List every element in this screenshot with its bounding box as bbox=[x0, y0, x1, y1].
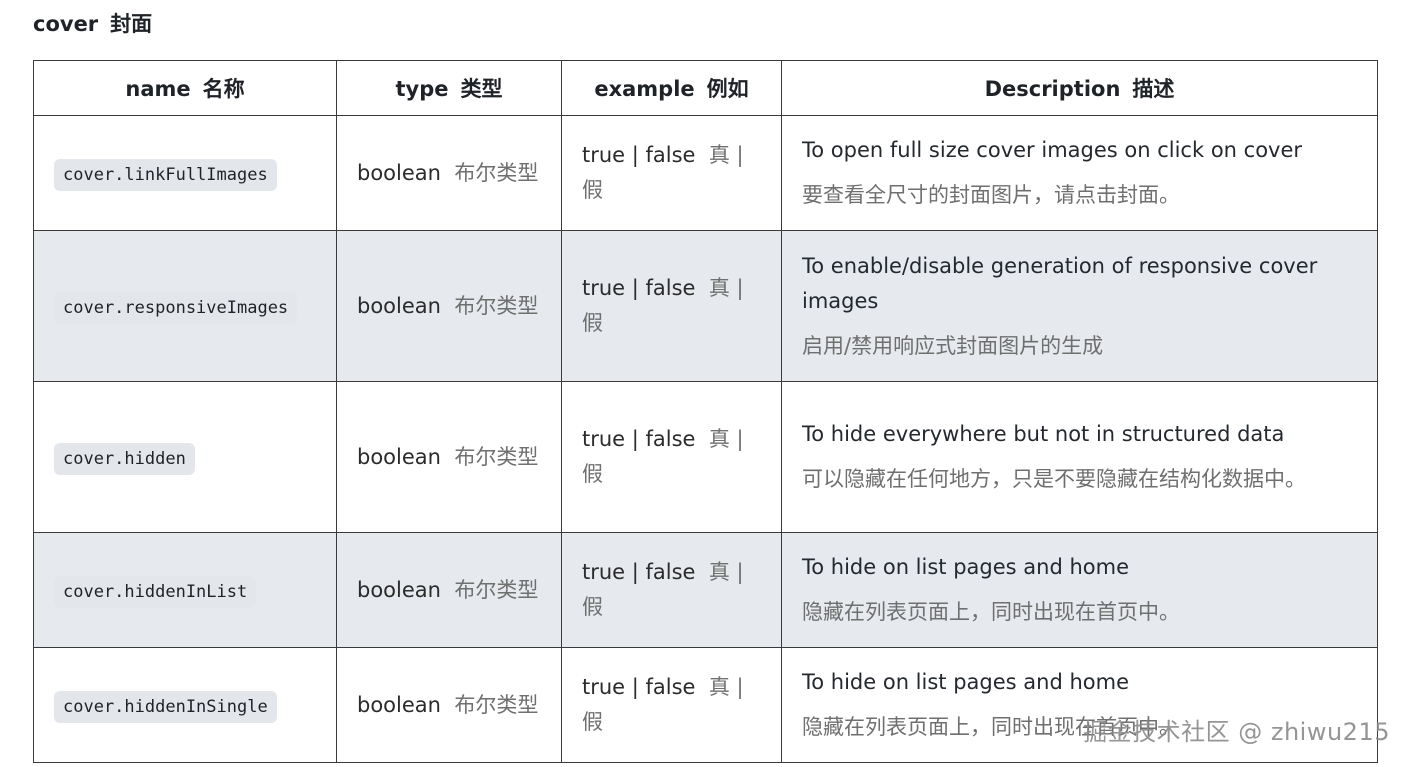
type-cell: boolean 布尔类型 bbox=[336, 381, 562, 533]
example-cell: true | false 真 | 假 bbox=[561, 230, 782, 382]
description-en: To hide everywhere but not in structured… bbox=[802, 422, 1285, 446]
description-zh: 可以隐藏在任何地方，只是不要隐藏在结构化数据中。 bbox=[802, 467, 1306, 491]
name-cell: cover.hidden bbox=[33, 381, 337, 533]
header-description-en: Description bbox=[984, 77, 1121, 101]
description-cell: To open full size cover images on click … bbox=[781, 115, 1378, 231]
type-en: boolean bbox=[357, 160, 441, 185]
description-zh: 要查看全尺寸的封面图片，请点击封面。 bbox=[802, 183, 1180, 207]
header-example: example 例如 bbox=[561, 60, 782, 116]
header-type-en: type bbox=[395, 77, 449, 101]
table-row: cover.hiddenInList boolean 布尔类型 true | f… bbox=[33, 532, 1378, 648]
option-name-code: cover.linkFullImages bbox=[54, 158, 277, 191]
option-name-code: cover.hiddenInList bbox=[54, 575, 257, 608]
example-en: true | false bbox=[582, 427, 696, 451]
example-en: true | false bbox=[582, 143, 696, 167]
cover-properties-table: name 名称 type 类型 example 例如 Description 描述 co… bbox=[33, 60, 1378, 763]
option-name-code: cover.hiddenInSingle bbox=[54, 690, 277, 723]
name-cell: cover.hiddenInSingle bbox=[33, 647, 337, 763]
description-cell: To enable/disable generation of responsi… bbox=[781, 230, 1378, 382]
header-type-zh: 类型 bbox=[460, 77, 503, 101]
header-name: name 名称 bbox=[33, 60, 337, 116]
table-row: cover.linkFullImages boolean 布尔类型 true |… bbox=[33, 115, 1378, 231]
type-zh: 布尔类型 bbox=[454, 444, 539, 469]
option-name-code: cover.hidden bbox=[54, 442, 195, 475]
description-en: To hide on list pages and home bbox=[802, 555, 1129, 579]
type-cell: boolean 布尔类型 bbox=[336, 230, 562, 382]
section-title-en: cover bbox=[33, 12, 99, 36]
description-en: To open full size cover images on click … bbox=[802, 138, 1303, 162]
description-en: To enable/disable generation of responsi… bbox=[802, 253, 1318, 313]
type-zh: 布尔类型 bbox=[454, 577, 539, 602]
header-description: Description 描述 bbox=[781, 60, 1378, 116]
type-en: boolean bbox=[357, 293, 441, 318]
header-name-zh: 名称 bbox=[202, 77, 245, 101]
name-cell: cover.responsiveImages bbox=[33, 230, 337, 382]
header-example-zh: 例如 bbox=[706, 77, 749, 101]
header-example-en: example bbox=[594, 77, 695, 101]
section-heading: cover 封面 bbox=[33, 8, 152, 38]
type-en: boolean bbox=[357, 692, 441, 717]
type-zh: 布尔类型 bbox=[454, 692, 539, 717]
description-zh: 启用/禁用响应式封面图片的生成 bbox=[802, 333, 1104, 358]
option-name-code: cover.responsiveImages bbox=[54, 291, 298, 324]
watermark: 掘金技术社区 @ zhiwu215 bbox=[1083, 718, 1390, 746]
type-en: boolean bbox=[357, 577, 441, 602]
type-cell: boolean 布尔类型 bbox=[336, 115, 562, 231]
name-cell: cover.linkFullImages bbox=[33, 115, 337, 231]
name-cell: cover.hiddenInList bbox=[33, 532, 337, 648]
type-en: boolean bbox=[357, 444, 441, 469]
section-title-zh: 封面 bbox=[110, 12, 153, 36]
example-cell: true | false 真 | 假 bbox=[561, 532, 782, 648]
header-name-en: name bbox=[125, 77, 191, 101]
type-cell: boolean 布尔类型 bbox=[336, 532, 562, 648]
table-row: cover.responsiveImages boolean 布尔类型 true… bbox=[33, 230, 1378, 382]
description-cell: To hide on list pages and home 隐藏在列表页面上，同… bbox=[781, 532, 1378, 648]
description-en: To hide on list pages and home bbox=[802, 670, 1129, 694]
type-zh: 布尔类型 bbox=[454, 160, 539, 185]
example-cell: true | false 真 | 假 bbox=[561, 115, 782, 231]
type-cell: boolean 布尔类型 bbox=[336, 647, 562, 763]
example-cell: true | false 真 | 假 bbox=[561, 381, 782, 533]
example-en: true | false bbox=[582, 675, 696, 699]
example-cell: true | false 真 | 假 bbox=[561, 647, 782, 763]
header-type: type 类型 bbox=[336, 60, 562, 116]
description-zh: 隐藏在列表页面上，同时出现在首页中。 bbox=[802, 600, 1180, 624]
description-cell: To hide everywhere but not in structured… bbox=[781, 381, 1378, 533]
type-zh: 布尔类型 bbox=[454, 293, 539, 318]
example-en: true | false bbox=[582, 560, 696, 584]
header-description-zh: 描述 bbox=[1132, 77, 1175, 101]
example-en: true | false bbox=[582, 276, 696, 300]
table-row: cover.hidden boolean 布尔类型 true | false 真… bbox=[33, 381, 1378, 533]
table-header-row: name 名称 type 类型 example 例如 Description 描述 bbox=[33, 60, 1378, 116]
